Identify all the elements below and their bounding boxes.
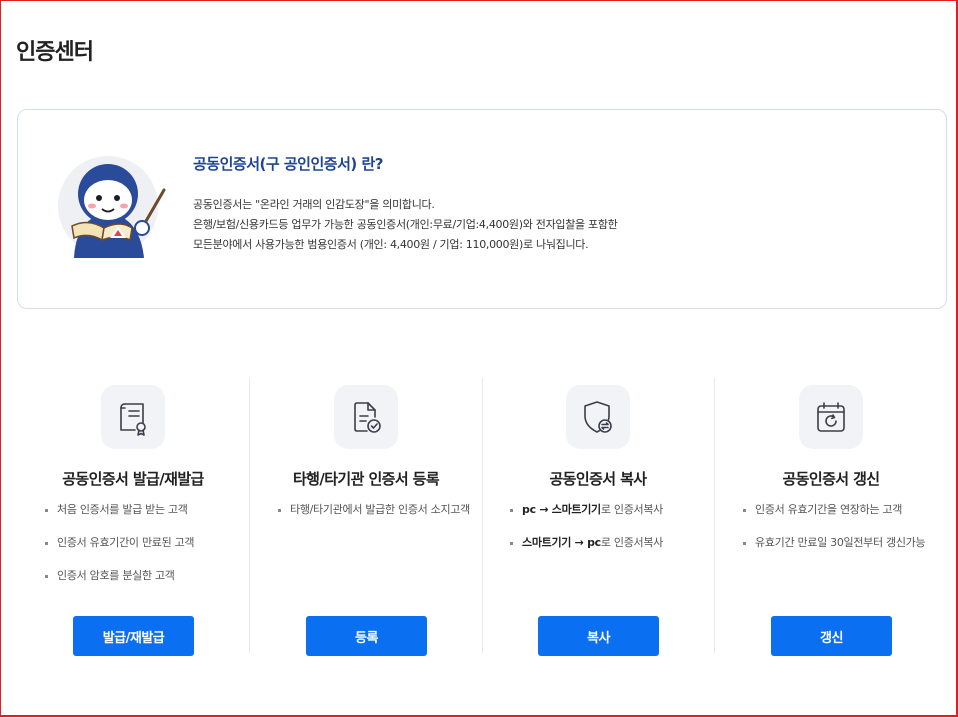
copy-direction-suffix: 로 인증서복사 <box>600 503 663 516</box>
issue-button[interactable]: 발급/재발급 <box>73 616 194 656</box>
service-title: 공동인증서 갱신 <box>782 470 880 488</box>
service-title: 공동인증서 발급/재발급 <box>62 470 204 488</box>
list-item: 인증서 유효기간이 만료된 고객 <box>45 534 245 552</box>
intro-panel: 공동인증서(구 공인인증서) 란? 공동인증서는 "온라인 거래의 인감도장"을… <box>17 109 947 309</box>
calendar-refresh-icon <box>799 385 863 449</box>
copy-button[interactable]: 복사 <box>538 616 659 656</box>
page-title: 인증센터 <box>16 40 94 65</box>
copy-direction-label: pc → 스마트기기 <box>522 503 601 516</box>
copy-direction-suffix: 로 인증서복사 <box>600 536 663 549</box>
service-bullets: 인증서 유효기간을 연장하는 고객 유효기간 만료일 30일전부터 갱신가능 <box>743 501 943 567</box>
register-button[interactable]: 등록 <box>306 616 427 656</box>
list-item: 스마트기기 → pc로 인증서복사 <box>510 534 710 552</box>
service-card-register: 타행/타기관 인증서 등록 타행/타기관에서 발급한 인증서 소지고객 등록 <box>250 375 482 656</box>
intro-line-3: 모든분야에서 사용가능한 범용인증서 (개인: 4,400원 / 기업: 110… <box>193 238 589 251</box>
service-title: 공동인증서 복사 <box>549 470 647 488</box>
intro-line-2: 은행/보험/신용카드등 업무가 가능한 공동인증서(개인:무료/기업:4,400… <box>193 218 618 231</box>
service-card-issue: 공동인증서 발급/재발급 처음 인증서를 발급 받는 고객 인증서 유효기간이 … <box>17 375 249 656</box>
list-item: 유효기간 만료일 30일전부터 갱신가능 <box>743 534 943 552</box>
document-check-icon <box>334 385 398 449</box>
intro-line-1: 공동인증서는 "온라인 거래의 인감도장"을 의미합니다. <box>193 198 435 211</box>
list-item: 처음 인증서를 발급 받는 고객 <box>45 501 245 519</box>
shield-transfer-icon <box>566 385 630 449</box>
list-item: 타행/타기관에서 발급한 인증서 소지고객 <box>278 501 478 519</box>
service-title: 타행/타기관 인증서 등록 <box>292 470 440 488</box>
service-card-copy: 공동인증서 복사 pc → 스마트기기로 인증서복사 스마트기기 → pc로 인… <box>482 375 714 656</box>
service-card-renew: 공동인증서 갱신 인증서 유효기간을 연장하는 고객 유효기간 만료일 30일전… <box>715 375 947 656</box>
certificate-document-icon <box>101 385 165 449</box>
list-item: 인증서 유효기간을 연장하는 고객 <box>743 501 943 519</box>
intro-heading: 공동인증서(구 공인인증서) 란? <box>193 155 383 173</box>
list-item: pc → 스마트기기로 인증서복사 <box>510 501 710 519</box>
service-bullets: pc → 스마트기기로 인증서복사 스마트기기 → pc로 인증서복사 <box>510 501 710 567</box>
service-bullets: 타행/타기관에서 발급한 인증서 소지고객 <box>278 501 478 534</box>
mascot-illustration <box>58 156 166 258</box>
service-bullets: 처음 인증서를 발급 받는 고객 인증서 유효기간이 만료된 고객 인증서 암호… <box>45 501 245 600</box>
list-item: 인증서 암호를 분실한 고객 <box>45 567 245 585</box>
copy-direction-label: 스마트기기 → pc <box>522 536 601 549</box>
renew-button[interactable]: 갱신 <box>771 616 892 656</box>
